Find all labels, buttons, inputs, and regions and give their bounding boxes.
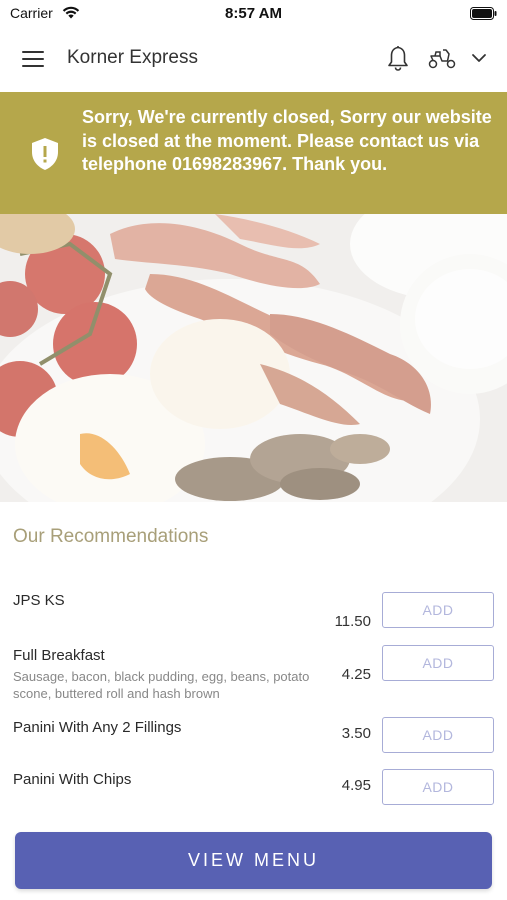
item-price: 3.50 — [341, 725, 371, 742]
item-name: Panini With Any 2 Fillings — [13, 719, 182, 736]
app-header: Korner Express — [0, 26, 507, 92]
add-button[interactable]: ADD — [382, 592, 494, 628]
hero-food-image — [0, 214, 507, 502]
item-price: 11.50 — [334, 613, 371, 630]
section-title: Our Recommendations — [13, 526, 209, 547]
item-name: Full Breakfast — [13, 647, 105, 664]
item-name: JPS KS — [13, 592, 65, 609]
item-description: Sausage, bacon, black pudding, egg, bean… — [13, 669, 310, 701]
view-menu-button[interactable]: VIEW MENU — [15, 832, 492, 889]
item-name: Panini With Chips — [13, 771, 132, 788]
closed-message: Sorry, We're currently closed, Sorry our… — [82, 107, 492, 174]
hamburger-menu-icon[interactable] — [18, 46, 48, 72]
store-closed-banner: Sorry, We're currently closed, Sorry our… — [0, 92, 507, 214]
add-button[interactable]: ADD — [382, 717, 494, 753]
add-button[interactable]: ADD — [382, 645, 494, 681]
add-button[interactable]: ADD — [382, 769, 494, 805]
app-title: Korner Express — [67, 47, 198, 68]
item-price: 4.95 — [341, 777, 371, 794]
scooter-icon[interactable] — [427, 46, 457, 70]
status-bar: Carrier 8:57 AM — [0, 0, 507, 26]
shield-alert-icon — [32, 138, 58, 170]
battery-icon — [470, 7, 497, 20]
bell-icon[interactable] — [386, 44, 410, 72]
status-time: 8:57 AM — [225, 5, 282, 22]
hero-overlay — [0, 214, 507, 502]
chevron-down-icon[interactable] — [471, 51, 487, 65]
item-price: 4.25 — [341, 666, 371, 683]
